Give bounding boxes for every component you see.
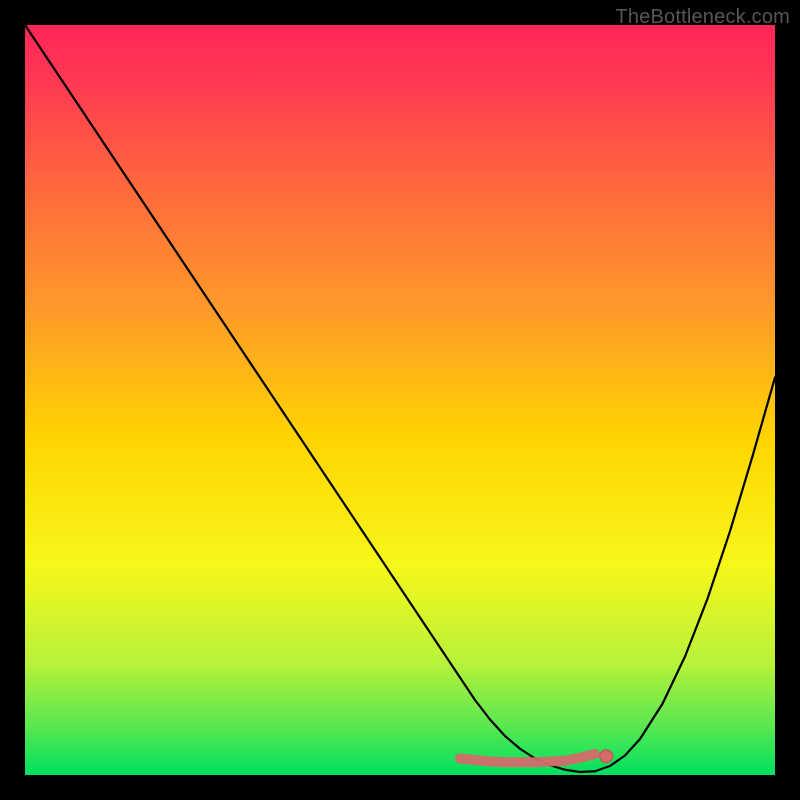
plot-area [25,25,775,775]
marker-end-dot [600,750,613,763]
chart-svg [25,25,775,775]
chart-frame: TheBottleneck.com [0,0,800,800]
